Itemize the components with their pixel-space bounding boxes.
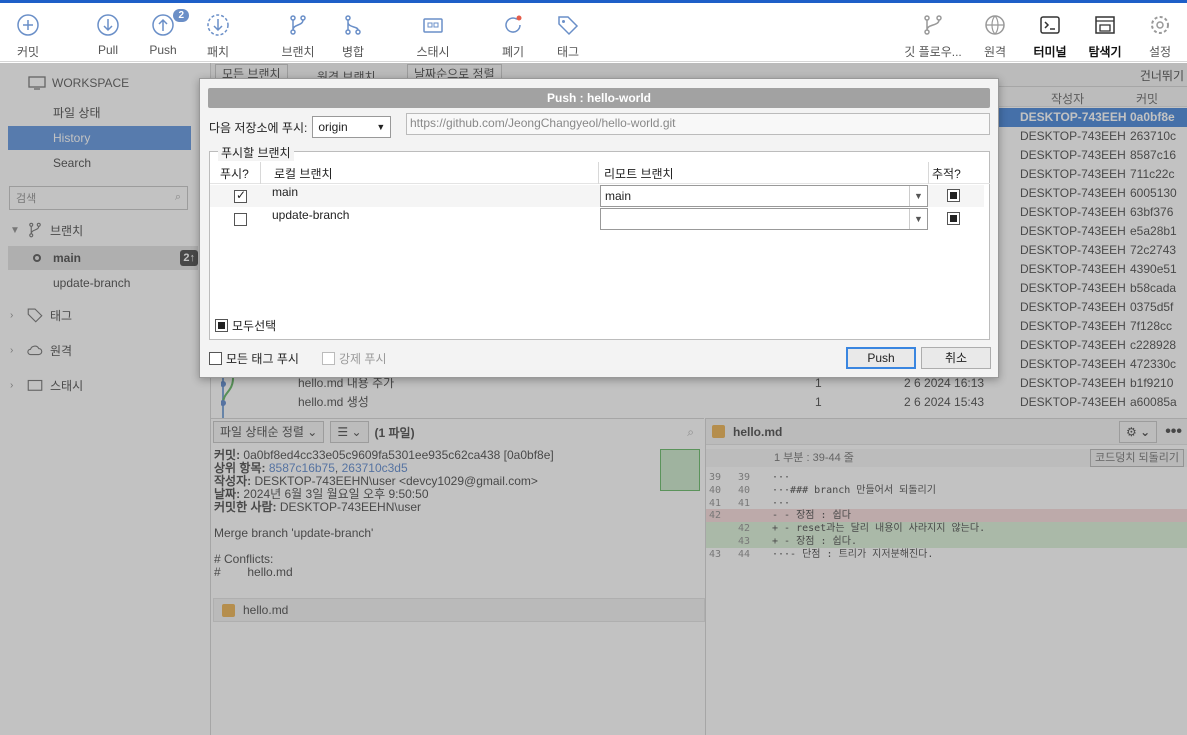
tag-label: 태그: [556, 45, 580, 59]
stash-label: 스태시: [416, 45, 450, 59]
arrow-up-circle-icon: 2: [151, 9, 189, 37]
chevron-down-icon: ▼: [909, 186, 927, 206]
remote-label: 다음 저장소에 푸시:: [209, 120, 308, 135]
push-tags-option[interactable]: 모든 태그 푸시: [209, 350, 299, 367]
terminal-button[interactable]: 터미널: [1022, 13, 1078, 60]
merge-icon: [341, 13, 365, 37]
gitflow-icon: [921, 13, 945, 37]
push-tags-checkbox[interactable]: [209, 352, 222, 365]
remote-value: origin: [318, 120, 348, 134]
gear-icon: [1148, 13, 1172, 37]
col-push: 푸시?: [220, 167, 249, 181]
col-remote-branch: 리모트 브랜치: [604, 167, 674, 181]
chevron-down-icon: ▼: [376, 122, 386, 132]
cancel-button[interactable]: 취소: [921, 347, 991, 369]
arrow-down-circle-icon: [96, 13, 120, 37]
local-branch-name: main: [272, 185, 299, 199]
plus-circle-icon: [16, 13, 40, 37]
local-branch-name: update-branch: [272, 208, 350, 222]
push-confirm-button[interactable]: Push: [846, 347, 916, 369]
gitflow-button[interactable]: 깃 플로우...: [898, 13, 968, 60]
remote-branch-value: main: [605, 189, 632, 203]
globe-icon: [983, 13, 1007, 37]
merge-button[interactable]: 병합: [325, 13, 381, 60]
remote-label: 원격: [983, 45, 1007, 59]
settings-label: 설정: [1148, 45, 1172, 59]
patch-icon: [206, 13, 230, 37]
tag-button[interactable]: 태그: [540, 13, 596, 60]
discard-button[interactable]: 폐기: [485, 13, 541, 60]
branch-button[interactable]: 브랜치: [270, 13, 326, 60]
explorer-button[interactable]: 탐색기: [1077, 13, 1133, 60]
force-push-label: 강제 푸시: [339, 352, 387, 366]
branch-table-header: 푸시? 로컬 브랜치 리모트 브랜치 추적?: [210, 162, 990, 184]
remote-url-field: https://github.com/JeongChangyeol/hello-…: [406, 113, 990, 135]
patch-button[interactable]: 패치: [190, 13, 246, 60]
tag-icon: [556, 13, 580, 37]
select-all-checkbox[interactable]: [215, 319, 228, 332]
col-local-branch: 로컬 브랜치: [274, 167, 333, 181]
merge-label: 병합: [341, 45, 365, 59]
track-checkbox-update-branch[interactable]: [947, 212, 960, 225]
stash-button[interactable]: 스태시: [405, 13, 461, 60]
terminal-icon: [1038, 13, 1062, 37]
terminal-label: 터미널: [1033, 45, 1067, 59]
branch-label: 브랜치: [281, 45, 315, 59]
gitflow-label: 깃 플로우...: [904, 45, 962, 59]
branch-icon: [286, 13, 310, 37]
push-dialog: Push : hello-world 다음 저장소에 푸시: origin ▼ h…: [199, 78, 999, 378]
dialog-title: Push : hello-world: [208, 88, 990, 108]
push-tags-label: 모든 태그 푸시: [226, 352, 299, 366]
select-all-row[interactable]: 모두선택: [215, 317, 276, 334]
track-checkbox-main[interactable]: [947, 189, 960, 202]
settings-button[interactable]: 설정: [1132, 13, 1187, 60]
push-count-badge: 2: [173, 9, 189, 22]
chevron-down-icon: ▼: [909, 209, 927, 229]
pull-button[interactable]: Pull: [80, 13, 136, 57]
commit-button[interactable]: 커밋: [0, 13, 56, 60]
push-checkbox-update-branch[interactable]: [234, 213, 247, 226]
discard-icon: [501, 13, 525, 37]
force-push-option[interactable]: 강제 푸시: [322, 350, 387, 367]
branch-row-main: main main ▼: [210, 185, 984, 207]
remote-row: 다음 저장소에 푸시: origin ▼: [209, 116, 392, 138]
pull-label: Pull: [97, 43, 118, 57]
col-track: 추적?: [932, 167, 961, 181]
group-title: 푸시할 브랜치: [218, 144, 294, 161]
remote-button[interactable]: 원격: [967, 13, 1023, 60]
push-checkbox-main[interactable]: [234, 188, 247, 203]
stash-icon: [421, 13, 445, 37]
remote-branch-select-update-branch[interactable]: ▼: [600, 208, 928, 230]
remote-branch-select-main[interactable]: main ▼: [600, 185, 928, 207]
force-push-checkbox[interactable]: [322, 352, 335, 365]
push-button[interactable]: 2 Push: [135, 9, 191, 57]
explorer-label: 탐색기: [1088, 45, 1122, 59]
select-all-label: 모두선택: [232, 319, 277, 333]
branches-to-push-group: 푸시할 브랜치 푸시? 로컬 브랜치 리모트 브랜치 추적? main main…: [209, 144, 990, 340]
explorer-icon: [1093, 13, 1117, 37]
push-label: Push: [149, 43, 177, 57]
patch-label: 패치: [206, 45, 230, 59]
remote-select[interactable]: origin ▼: [312, 116, 392, 138]
branch-row-update-branch: update-branch ▼: [210, 208, 984, 230]
discard-label: 폐기: [501, 45, 525, 59]
toolbar: 커밋 Pull 2 Push 패치 브랜치 병합 스태시 폐기 태그 깃 플로우…: [0, 0, 1187, 62]
commit-label: 커밋: [16, 45, 40, 59]
